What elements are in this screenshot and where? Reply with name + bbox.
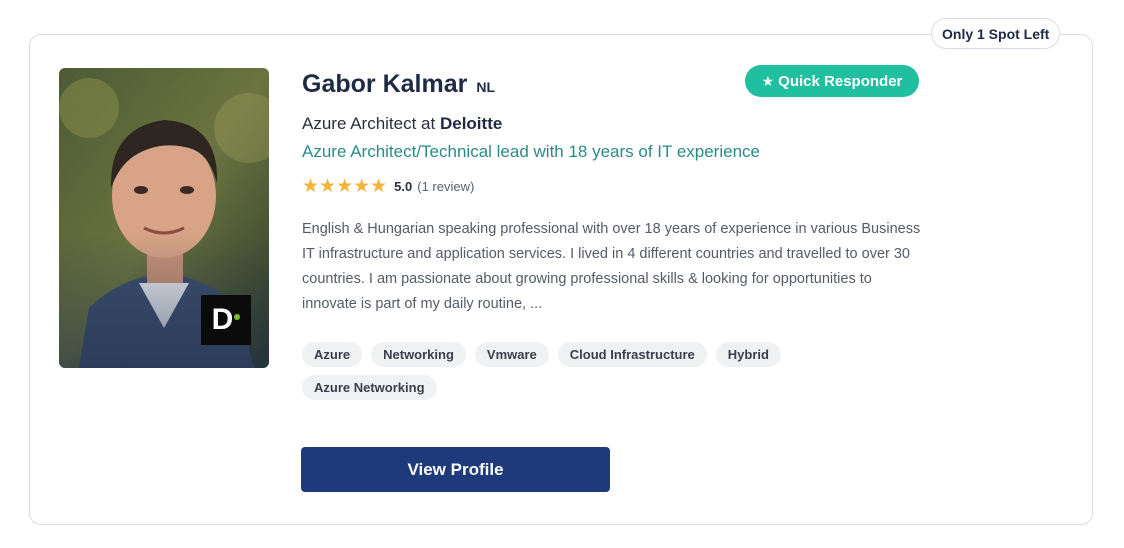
skill-tag: Vmware — [474, 342, 549, 367]
expert-header: Gabor Kalmar NL — [302, 70, 495, 99]
quick-responder-label: Quick Responder — [778, 72, 903, 90]
expert-headline: Azure Architect/Technical lead with 18 y… — [302, 142, 760, 161]
view-profile-button[interactable]: View Profile — [301, 447, 610, 492]
role-text: Azure Architect at — [302, 114, 436, 133]
rating-value: 5.0 — [394, 179, 413, 194]
rating: ★★★★★ 5.0 (1 review) — [302, 175, 474, 198]
skill-tag: Cloud Infrastructure — [557, 342, 707, 367]
expert-bio: English & Hungarian speaking professiona… — [302, 221, 921, 312]
review-count[interactable]: (1 review) — [417, 179, 474, 194]
job-title: Azure Architect at Deloitte — [302, 114, 502, 134]
skill-tag: Azure Networking — [302, 375, 437, 400]
skill-tag: Networking — [371, 342, 466, 367]
availability-badge: Only 1 Spot Left — [931, 18, 1061, 49]
deloitte-logo: D — [201, 295, 251, 345]
skill-tag: Hybrid — [715, 342, 781, 367]
company-name: Deloitte — [439, 114, 503, 133]
star-icon: ★ — [761, 72, 775, 89]
country-code: NL — [476, 79, 496, 95]
expert-name[interactable]: Gabor Kalmar — [302, 70, 467, 99]
skill-tag: Azure — [302, 342, 363, 367]
quick-responder-badge: ★ Quick Responder — [745, 65, 919, 97]
rating-stars-icon: ★★★★★ — [302, 176, 388, 197]
skill-tags: Azure Networking Vmware Cloud Infrastruc… — [302, 342, 802, 400]
